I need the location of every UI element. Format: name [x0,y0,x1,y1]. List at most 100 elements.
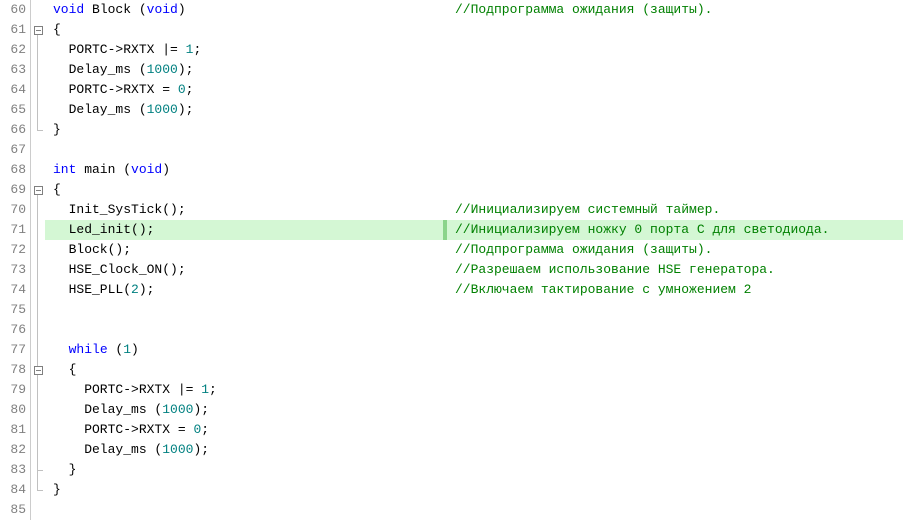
code-line[interactable]: 62 PORTC->RXTX |= 1; [0,40,903,60]
code-line[interactable]: 66} [0,120,903,140]
fold-toggle-icon[interactable] [34,366,43,375]
code-text: } [53,480,61,500]
code-line[interactable]: 78 { [0,360,903,380]
code-line[interactable]: 82 Delay_ms (1000); [0,440,903,460]
code-line[interactable]: 70 Init_SysTick();//Инициализируем систе… [0,200,903,220]
fold-gutter[interactable] [31,180,45,200]
code-line[interactable]: 81 PORTC->RXTX = 0; [0,420,903,440]
line-number: 69 [0,180,31,200]
code-content[interactable]: { [45,360,903,380]
code-comment: //Инициализируем системный таймер. [455,200,720,220]
fold-gutter[interactable] [31,360,45,380]
code-line[interactable]: 64 PORTC->RXTX = 0; [0,80,903,100]
fold-gutter [31,480,45,500]
code-line[interactable]: 76 [0,320,903,340]
code-text: Init_SysTick(); [53,200,186,220]
code-content[interactable]: Delay_ms (1000); [45,440,903,460]
code-text: { [53,180,61,200]
fold-gutter [31,40,45,60]
code-content[interactable]: Delay_ms (1000); [45,60,903,80]
code-content[interactable]: Block();//Подпрограмма ожидания (защиты)… [45,240,903,260]
code-comment: //Подпрограмма ожидания (защиты). [455,0,712,20]
code-comment: //Подпрограмма ожидания (защиты). [455,240,712,260]
code-line[interactable]: 72 Block();//Подпрограмма ожидания (защи… [0,240,903,260]
code-line[interactable]: 79 PORTC->RXTX |= 1; [0,380,903,400]
fold-gutter [31,260,45,280]
fold-gutter [31,200,45,220]
code-line[interactable]: 85 [0,500,903,520]
code-comment: //Инициализируем ножку 0 порта C для све… [455,220,829,240]
code-text: Delay_ms (1000); [53,440,209,460]
code-content[interactable]: PORTC->RXTX = 0; [45,420,903,440]
line-number: 60 [0,0,31,20]
code-line[interactable]: 65 Delay_ms (1000); [0,100,903,120]
line-number: 77 [0,340,31,360]
line-number: 73 [0,260,31,280]
code-content[interactable]: } [45,460,903,480]
fold-gutter [31,320,45,340]
line-number: 63 [0,60,31,80]
code-text: PORTC->RXTX |= 1; [53,380,217,400]
code-line[interactable]: 69 { [0,180,903,200]
code-text: PORTC->RXTX = 0; [53,80,193,100]
code-content[interactable]: PORTC->RXTX |= 1; [45,380,903,400]
line-number: 81 [0,420,31,440]
code-content[interactable] [45,320,903,340]
code-content[interactable]: int main (void) [45,160,903,180]
code-text: } [53,460,76,480]
line-number: 78 [0,360,31,380]
code-content[interactable] [45,140,903,160]
code-line[interactable]: 74 HSE_PLL(2);//Включаем тактирование с … [0,280,903,300]
code-text: int main (void) [53,160,170,180]
code-content[interactable]: { [45,20,903,40]
line-number: 85 [0,500,31,520]
code-content[interactable]: PORTC->RXTX = 0; [45,80,903,100]
line-number: 79 [0,380,31,400]
code-content[interactable]: } [45,480,903,500]
fold-toggle-icon[interactable] [34,186,43,195]
line-number: 83 [0,460,31,480]
code-content[interactable]: Delay_ms (1000); [45,400,903,420]
code-line[interactable]: 67 [0,140,903,160]
highlight-bar [443,220,447,240]
code-text: void Block (void) [53,0,186,20]
code-content[interactable]: Delay_ms (1000); [45,100,903,120]
code-line[interactable]: 60 void Block (void) //Подпрограмма ожидан… [0,0,903,20]
code-content[interactable]: void Block (void) //Подпрограмма ожидания… [45,0,903,20]
line-number: 68 [0,160,31,180]
fold-gutter [31,340,45,360]
code-content[interactable]: } [45,120,903,140]
line-number: 72 [0,240,31,260]
fold-toggle-icon[interactable] [34,26,43,35]
code-editor[interactable]: 60 void Block (void) //Подпрограмма ожидан… [0,0,903,520]
code-content[interactable]: Init_SysTick(); //Инициализируем системны… [45,200,903,220]
code-content[interactable]: HSE_PLL(2);//Включаем тактирование с умн… [45,280,903,300]
code-line[interactable]: 63 Delay_ms (1000); [0,60,903,80]
fold-gutter [31,420,45,440]
code-content[interactable]: Led_init();//Инициализируем ножку 0 порт… [45,220,903,240]
fold-gutter [31,460,45,480]
fold-gutter [31,160,45,180]
code-line[interactable]: 83 } [0,460,903,480]
code-text: PORTC->RXTX |= 1; [53,40,201,60]
code-content[interactable] [45,300,903,320]
code-line[interactable]: 77 while (1) [0,340,903,360]
fold-gutter [31,300,45,320]
code-line[interactable]: 73 HSE_Clock_ON();//Разрешаем использова… [0,260,903,280]
code-line[interactable]: 75 [0,300,903,320]
line-number: 82 [0,440,31,460]
code-content[interactable]: HSE_Clock_ON();//Разрешаем использование… [45,260,903,280]
code-content[interactable]: { [45,180,903,200]
code-line[interactable]: 61{ [0,20,903,40]
code-line[interactable]: 80 Delay_ms (1000); [0,400,903,420]
code-line[interactable]: 84} [0,480,903,500]
code-content[interactable]: while (1) [45,340,903,360]
code-text: PORTC->RXTX = 0; [53,420,209,440]
code-content[interactable] [45,500,903,520]
code-line-highlighted[interactable]: 71 Led_init();//Инициализируем ножку 0 п… [0,220,903,240]
code-content[interactable]: PORTC->RXTX |= 1; [45,40,903,60]
code-text: { [53,20,61,40]
fold-gutter [31,440,45,460]
fold-gutter[interactable] [31,20,45,40]
code-line[interactable]: 68 int main (void) [0,160,903,180]
